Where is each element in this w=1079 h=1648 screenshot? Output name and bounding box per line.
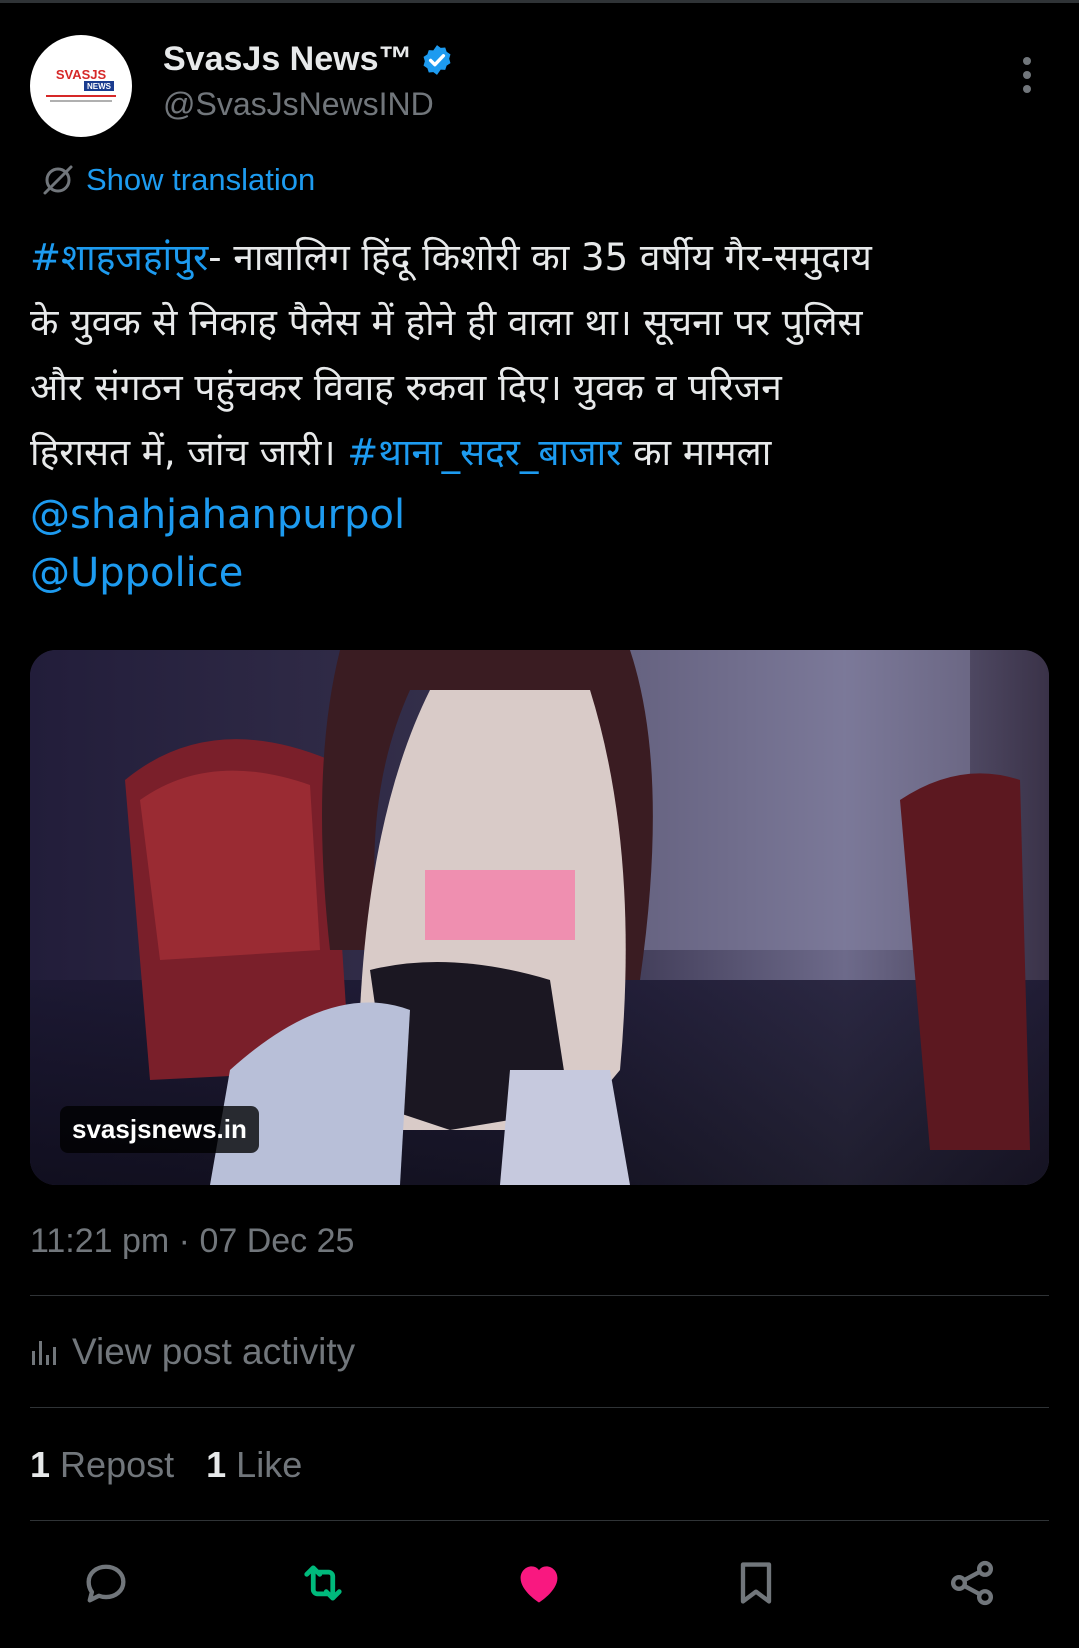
more-vertical-icon[interactable] [1012,55,1042,95]
repost-icon [304,1565,342,1601]
show-translation-button[interactable]: Show translation [40,160,315,200]
mention-shahjahanpurpol[interactable]: @shahjahanpurpol [30,492,405,538]
view-post-activity-button[interactable]: View post activity [30,1330,355,1374]
likes-label: Like [236,1444,303,1485]
author-name[interactable]: SvasJs News™ [163,40,413,79]
post-line-2: के युवक से निकाह पैलेस में होने ही वाला … [30,301,863,344]
likes-stat[interactable]: 1 Like [206,1444,302,1486]
show-translation-label: Show translation [86,162,316,197]
author-handle[interactable]: @SvasJsNewsIND [163,86,434,123]
bar-chart-icon [32,1341,56,1365]
reply-button[interactable] [78,1555,134,1611]
like-button[interactable] [511,1555,567,1611]
repost-button[interactable] [295,1555,351,1611]
mention-uppolice[interactable]: @Uppolice [30,550,243,596]
svasjs-logo: SVASJS NEWS [46,67,116,102]
engagement-stats: 1 Repost 1 Like [30,1444,302,1486]
divider [30,1295,1049,1296]
svg-text:SVASJS: SVASJS [56,67,107,82]
verified-badge-icon [423,45,451,75]
post-text: #शाहजहांपुर- नाबालिग हिंदू किशोरी का 35 … [30,225,1040,485]
bookmark-icon [740,1562,772,1604]
view-post-activity-label: View post activity [72,1331,356,1372]
bookmark-button[interactable] [728,1555,784,1611]
divider [30,1520,1049,1521]
svg-text:NEWS: NEWS [87,82,112,91]
post-line-4: हिरासत में, जांच जारी। #थाना_सदर_बाजार क… [30,420,1040,485]
post-text-segment: का मामला [621,431,772,474]
reposts-label: Repost [60,1444,175,1485]
reposts-count: 1 [30,1444,51,1485]
post-timestamp[interactable]: 11:21 pm · 07 Dec 25 [30,1222,354,1261]
post-line-1: #शाहजहांपुर- नाबालिग हिंदू किशोरी का 35 … [30,225,1040,290]
post-line-3: और संगठन पहुंचकर विवाह रुकवा दिए। युवक व… [30,366,782,409]
top-divider [0,0,1079,3]
hashtag-thana-sadar-bazar[interactable]: #थाना_सदर_बाजार [347,431,621,474]
reply-icon [86,1564,126,1603]
avatar[interactable]: SVASJS NEWS [30,35,132,137]
post-text-segment: हिरासत में, जांच जारी। [30,431,348,474]
media-photo [30,650,1049,1185]
heart-icon [520,1566,558,1603]
divider [30,1407,1049,1408]
likes-count: 1 [206,1444,227,1485]
reposts-stat[interactable]: 1 Repost [30,1444,174,1486]
post-text-segment: - नाबालिग हिंदू किशोरी का 35 वर्षीय गैर-… [208,236,872,279]
hashtag-shahjahanpur[interactable]: #शाहजहांपुर [30,236,208,279]
share-icon [950,1560,994,1606]
translate-icon [43,165,73,195]
post-media-image[interactable]: svasjsnews.in [30,650,1049,1185]
media-watermark-badge: svasjsnews.in [60,1106,259,1153]
share-button[interactable] [944,1555,1000,1611]
